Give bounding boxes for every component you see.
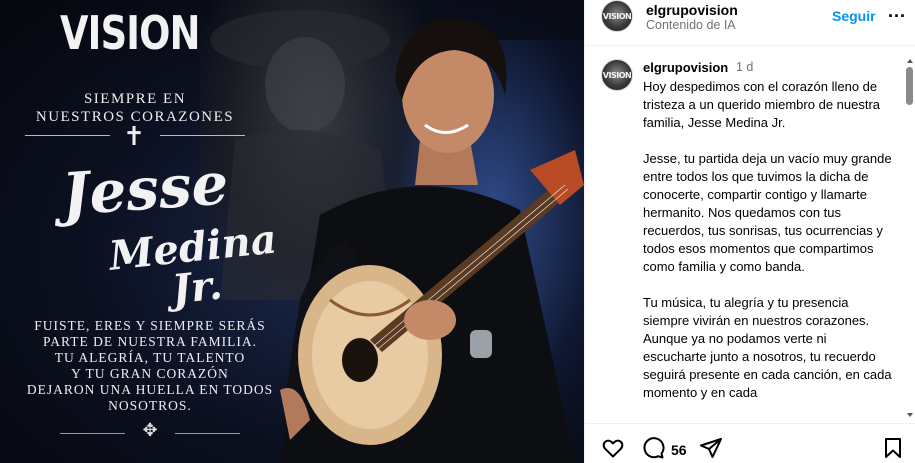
scrollbar[interactable] xyxy=(906,55,914,423)
comment-icon xyxy=(643,437,665,459)
ornament-line-left xyxy=(60,433,125,434)
comment-count[interactable]: 56 xyxy=(671,442,687,458)
scrollbar-thumb[interactable] xyxy=(906,67,913,105)
avatar[interactable]: VISION xyxy=(601,0,633,32)
share-icon xyxy=(700,438,722,458)
more-options-button[interactable]: ... xyxy=(888,1,906,22)
cross-icon: ✝ xyxy=(123,122,145,152)
caption-paragraph: Tu música, tu alegría y tu presencia sie… xyxy=(643,295,892,400)
divider-left xyxy=(25,135,110,136)
caption-paragraph: Jesse, tu partida deja un vacío muy gran… xyxy=(643,151,892,274)
caption-text: Hoy despedimos con el corazón lleno de t… xyxy=(643,78,893,420)
scroll-down-arrow-icon[interactable] xyxy=(907,413,913,417)
post-panel: VISION elgrupovision Contenido de IA Seg… xyxy=(584,0,915,463)
follow-button[interactable]: Seguir xyxy=(832,8,876,24)
caption-paragraph: Hoy despedimos con el corazón lleno de t… xyxy=(643,79,881,130)
ornament-line-right xyxy=(175,433,240,434)
scroll-up-arrow-icon[interactable] xyxy=(907,59,913,63)
caption-username[interactable]: elgrupovision xyxy=(643,60,728,75)
like-button[interactable] xyxy=(601,436,627,462)
header-username[interactable]: elgrupovision xyxy=(646,2,738,18)
save-button[interactable] xyxy=(881,436,907,462)
ai-content-label[interactable]: Contenido de IA xyxy=(646,18,736,32)
post-actions-bar: 56 xyxy=(585,423,915,463)
ornament-icon: ✥ xyxy=(142,420,158,441)
caption-area: VISION elgrupovision 1 d Hoy despedimos … xyxy=(585,47,915,423)
memorial-heading: SIEMPRE EN NUESTROS CORAZONES xyxy=(35,91,235,125)
memorial-message: FUISTE, ERES Y SIEMPRE SERÁS PARTE DE NU… xyxy=(26,318,274,413)
post-image[interactable]: VISION SIEMPRE EN NUESTROS CORAZONES ✝ J… xyxy=(0,0,584,463)
band-logo: VISION xyxy=(60,6,200,60)
caption-timestamp[interactable]: 1 d xyxy=(736,60,753,74)
share-button[interactable] xyxy=(699,436,725,462)
post-header: VISION elgrupovision Contenido de IA Seg… xyxy=(585,0,915,46)
comment-button[interactable] xyxy=(641,436,667,462)
bookmark-icon xyxy=(885,438,901,458)
divider-right xyxy=(160,135,245,136)
caption-avatar[interactable]: VISION xyxy=(601,59,633,91)
heart-icon xyxy=(602,439,624,458)
